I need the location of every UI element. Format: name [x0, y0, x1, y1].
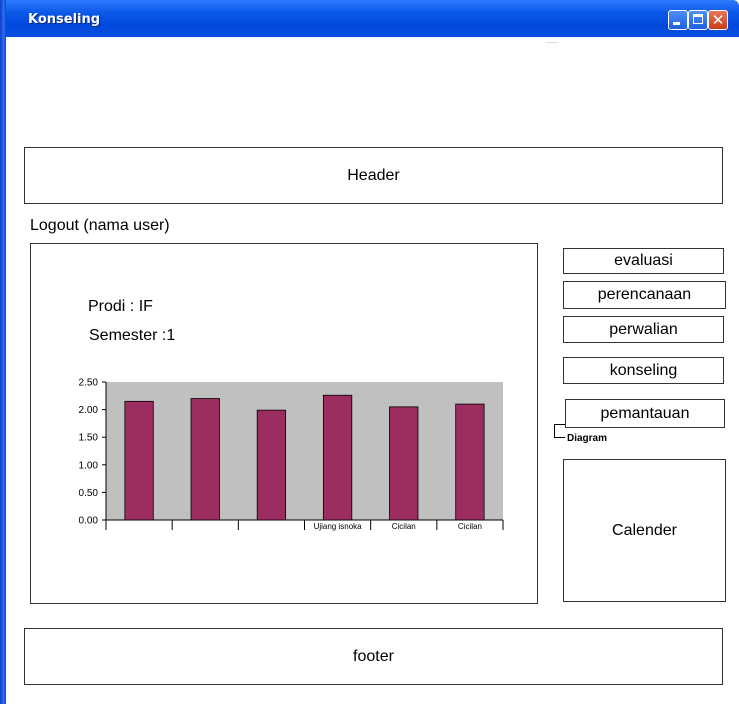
- close-icon: ✕: [711, 11, 725, 29]
- footer-label: footer: [353, 647, 394, 665]
- chart-plot-area: [106, 382, 503, 520]
- footer-panel: footer: [24, 628, 723, 685]
- maximize-icon: [693, 14, 703, 24]
- chart-bar: [256, 409, 287, 521]
- window-left-border: [0, 0, 6, 704]
- x-tick-label: Ujiang isnoka: [314, 522, 363, 531]
- y-tick-label: 0.00: [79, 516, 99, 527]
- nav-perwalian-label: perwalian: [609, 320, 678, 338]
- y-tick-label: 2.00: [79, 405, 99, 416]
- nav-perencanaan-label: perencanaan: [597, 286, 692, 303]
- chart-x-axis: Ujiang isnoka Cicilan Cicilan: [102, 519, 504, 531]
- window-title: Konseling: [28, 12, 101, 27]
- nav-perencanaan-button[interactable]: perencanaan: [563, 281, 726, 309]
- nav-pemantauan-button[interactable]: pemantauan: [565, 399, 725, 428]
- calendar-label: Calender: [612, 521, 677, 539]
- nav-evaluasi-label: evaluasi: [614, 252, 673, 269]
- semester-label: Semester :1: [89, 327, 176, 344]
- x-tick-label: Cicilan: [392, 522, 416, 531]
- diagram-connector: [554, 424, 565, 438]
- nav-perwalian-button[interactable]: perwalian: [563, 316, 724, 343]
- bar-chart: 0.00 0.50 1.00 1.50 2.00 2.50 Ujiang isnoka Ci…: [79, 378, 504, 531]
- chart-bar: [124, 400, 154, 521]
- chart-bar: [190, 398, 220, 521]
- y-tick-label: 2.50: [79, 378, 99, 389]
- prodi-label: Prodi : IF: [88, 298, 153, 315]
- logout-link[interactable]: Logout (nama user): [30, 217, 170, 235]
- title-bar[interactable]: Konseling ✕: [0, 0, 739, 37]
- y-tick-label: 0.50: [79, 488, 99, 499]
- x-tick-label: Cicilan: [458, 522, 482, 531]
- nav-pemantauan-label: pemantauan: [600, 404, 690, 422]
- diagram-label: Diagram: [567, 433, 608, 444]
- maximize-button[interactable]: [688, 10, 708, 30]
- y-tick-label: 1.50: [79, 433, 99, 444]
- minimize-icon: [673, 22, 680, 25]
- chart-bar: [322, 394, 353, 521]
- nav-konseling-label: konseling: [609, 361, 678, 379]
- window: Konseling ✕ Header Logout (nama user) Pr…: [0, 0, 739, 704]
- header-label: Header: [347, 166, 400, 184]
- nav-konseling-button[interactable]: konseling: [563, 357, 724, 384]
- close-button[interactable]: ✕: [708, 10, 728, 30]
- calendar-panel[interactable]: Calender: [563, 459, 726, 602]
- header-panel: Header: [24, 147, 723, 204]
- nav-evaluasi-button[interactable]: evaluasi: [563, 248, 724, 274]
- y-tick-label: 1.00: [79, 460, 99, 471]
- minimize-button[interactable]: [668, 10, 688, 30]
- chart-bar: [455, 403, 485, 521]
- chart-bar: [389, 406, 419, 521]
- chart-y-axis: 0.00 0.50 1.00 1.50 2.00 2.50: [79, 378, 107, 527]
- decorative-mark: [546, 39, 558, 43]
